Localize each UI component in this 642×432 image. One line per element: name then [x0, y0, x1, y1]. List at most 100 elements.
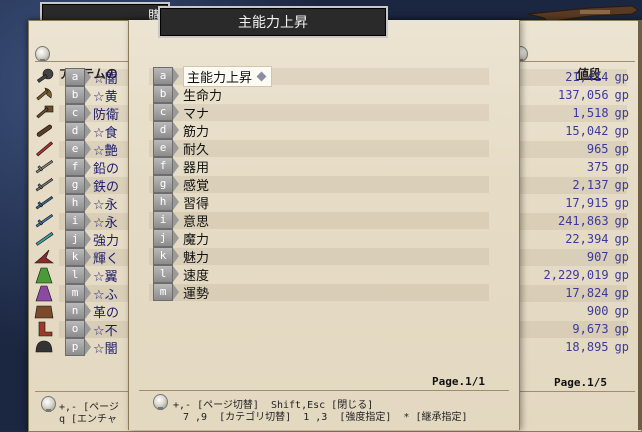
category-label: 速度 — [183, 268, 210, 284]
item-price: 17,824 gp — [565, 286, 629, 300]
category-name: 習得 — [183, 193, 209, 212]
item-name: ☆闇 — [93, 71, 118, 87]
currency-label: gp — [614, 124, 629, 138]
blue-sword-icon — [35, 196, 54, 210]
category-label: 耐久 — [183, 142, 210, 158]
category-item[interactable]: i 意思 — [153, 211, 479, 230]
helmet-icon — [35, 340, 53, 353]
category-key-badge: l — [153, 265, 179, 283]
currency-label: gp — [614, 142, 629, 156]
blue-sword-icon — [35, 214, 54, 228]
item-key-badge: k — [65, 248, 91, 266]
category-window: a 主能力上昇 b 生命力 c マナ d 筋力 e 耐久 f 器用 g 感覚 h 習得 i 意思 j 魔力 k 魅力 l 速度… — [128, 20, 520, 430]
item-name: 鉛の — [93, 161, 120, 177]
item-price: 241,863 gp — [558, 214, 629, 228]
boots-icon — [38, 321, 53, 337]
category-label: 運勢 — [183, 286, 210, 302]
item-price: 15,042 gp — [565, 124, 629, 138]
item-name: ☆食 — [93, 125, 118, 141]
item-price: 1,518 gp — [572, 106, 629, 120]
item-price: 965 gp — [587, 142, 629, 156]
currency-label: gp — [614, 304, 629, 318]
item-price: 900 gp — [587, 304, 629, 318]
category-label: 感覚 — [183, 178, 210, 194]
hint-bulb-icon — [35, 46, 50, 62]
category-item[interactable]: j 魔力 — [153, 229, 479, 248]
category-page: Page.1/1 — [432, 375, 485, 388]
currency-label: gp — [614, 250, 629, 264]
hint-bulb-icon — [41, 396, 56, 412]
category-item[interactable]: d 筋力 — [153, 121, 479, 140]
item-key-badge: j — [65, 230, 91, 248]
category-item[interactable]: c マナ — [153, 103, 479, 122]
item-price-value: 375 — [586, 160, 609, 174]
category-item[interactable]: g 感覚 — [153, 175, 479, 194]
item-price-value: 900 — [586, 304, 609, 318]
item-key-badge: o — [65, 320, 91, 338]
item-price-value: 18,895 — [565, 340, 609, 354]
category-name: 主能力上昇 — [183, 65, 273, 87]
axe-icon — [36, 87, 52, 101]
item-price-value: 21,414 — [565, 70, 609, 84]
item-name: ☆永 — [93, 215, 118, 231]
leather-armor-icon — [34, 305, 54, 319]
item-price: 17,915 gp — [565, 196, 629, 210]
category-window-title: 主能力上昇 — [238, 15, 308, 31]
category-label: 習得 — [183, 196, 210, 212]
item-key-badge: p — [65, 338, 91, 356]
category-label: マナ — [183, 106, 210, 122]
category-name: 筋力 — [183, 121, 209, 140]
item-key-badge: n — [65, 302, 91, 320]
cyan-sword-icon — [35, 232, 54, 246]
item-key-badge: a — [65, 68, 91, 86]
item-name: ☆不 — [93, 323, 118, 339]
category-item[interactable]: e 耐久 — [153, 139, 479, 158]
currency-label: gp — [614, 214, 629, 228]
item-name: ☆黄 — [93, 89, 118, 105]
sword-icon — [35, 160, 54, 174]
item-key-badge: b — [65, 86, 91, 104]
item-price-value: 9,673 — [572, 322, 609, 336]
category-item[interactable]: h 習得 — [153, 193, 479, 212]
category-item[interactable]: l 速度 — [153, 265, 479, 284]
category-key-badge: f — [153, 157, 179, 175]
category-name: 運勢 — [183, 283, 209, 302]
item-price: 907 gp — [587, 250, 629, 264]
category-label: 主能力上昇 — [187, 70, 253, 86]
item-key-badge: g — [65, 176, 91, 194]
category-item[interactable]: k 魅力 — [153, 247, 479, 266]
category-key-badge: k — [153, 247, 179, 265]
category-name: 生命力 — [183, 85, 222, 104]
item-price-value: 137,056 — [557, 88, 609, 102]
back-hint-line2: q [エンチャ — [59, 414, 117, 425]
currency-label: gp — [614, 340, 629, 354]
hint-bulb-icon — [153, 394, 168, 410]
purple-robe-icon — [35, 285, 53, 302]
item-price-value: 241,863 — [557, 214, 609, 228]
item-price-value: 17,915 — [565, 196, 609, 210]
item-price-value: 22,394 — [565, 232, 609, 246]
category-label: 意思 — [183, 214, 210, 230]
item-key-badge: m — [65, 284, 91, 302]
green-robe-icon — [35, 267, 53, 284]
category-window-tab: 主能力上昇 — [158, 6, 388, 38]
currency-label: gp — [614, 88, 629, 102]
item-price-value: 15,042 — [565, 124, 609, 138]
category-key-badge: d — [153, 121, 179, 139]
category-item[interactable]: f 器用 — [153, 157, 479, 176]
item-name: ☆永 — [93, 197, 118, 213]
item-price: 2,229,019 gp — [544, 268, 629, 282]
selection-cursor-icon — [256, 71, 267, 81]
category-key-badge: j — [153, 229, 179, 247]
category-item[interactable]: b 生命力 — [153, 85, 479, 104]
item-price-value: 965 — [586, 142, 609, 156]
item-name: ☆翼 — [93, 269, 118, 285]
item-key-badge: e — [65, 140, 91, 158]
category-name: 意思 — [183, 211, 209, 230]
item-price: 18,895 gp — [565, 340, 629, 354]
category-item[interactable]: m 運勢 — [153, 283, 479, 302]
item-price: 137,056 gp — [558, 88, 629, 102]
item-list-page: Page.1/5 — [554, 376, 607, 389]
category-item[interactable]: a 主能力上昇 — [153, 65, 479, 87]
red-sword-icon — [36, 141, 54, 157]
